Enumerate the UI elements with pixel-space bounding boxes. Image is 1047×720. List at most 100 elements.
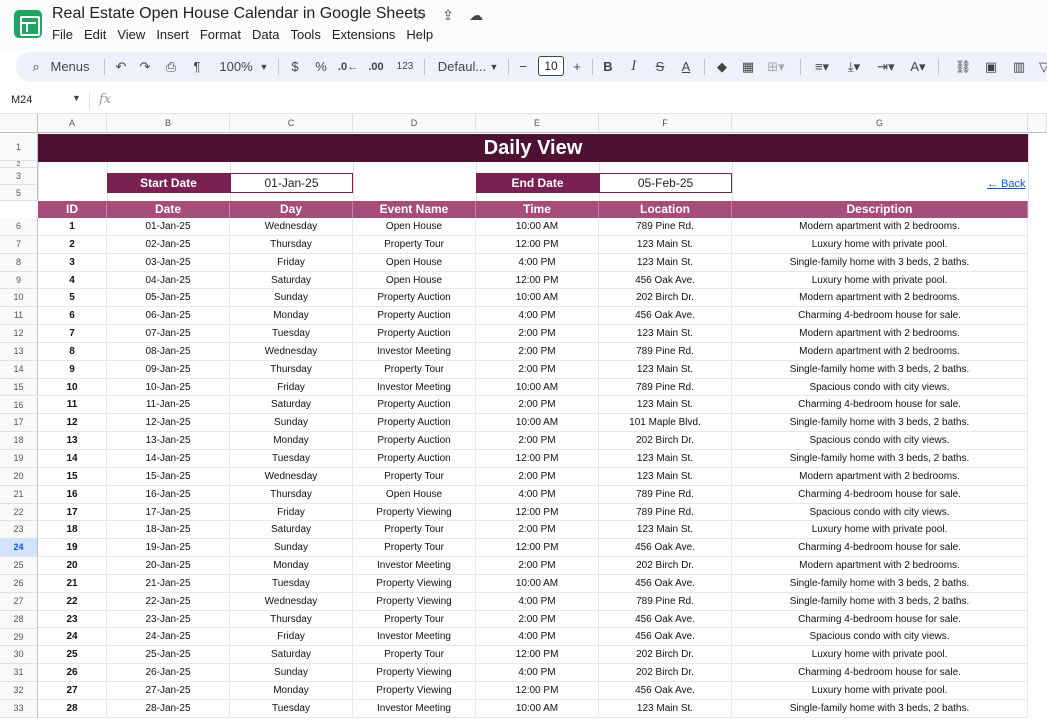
cell-date[interactable]: 28-Jan-25 [107, 699, 230, 717]
cell-event-name[interactable]: Investor Meeting [353, 699, 476, 717]
cell-time[interactable]: 4:00 PM [476, 307, 599, 325]
cell-id[interactable]: 4 [38, 271, 107, 289]
cell-time[interactable]: 12:00 PM [476, 681, 599, 699]
select-all-corner[interactable] [0, 114, 38, 133]
cell-day[interactable]: Sunday [230, 539, 353, 557]
cell-location[interactable]: 123 Main St. [599, 467, 732, 485]
cell-description[interactable]: Luxury home with private pool. [732, 646, 1028, 664]
cell-location[interactable]: 202 Birch Dr. [599, 432, 732, 449]
cell-time[interactable]: 2:00 PM [476, 521, 599, 539]
cell-description[interactable]: Single-family home with 3 beds, 2 baths. [732, 360, 1028, 378]
cell-description[interactable]: Spacious condo with city views. [732, 503, 1028, 521]
row-header-33[interactable]: 33 [0, 699, 38, 718]
cell-date[interactable]: 24-Jan-25 [107, 628, 230, 646]
cell-id[interactable]: 5 [38, 289, 107, 307]
cell-time[interactable]: 2:00 PM [476, 557, 599, 574]
cell-description[interactable]: Luxury home with private pool. [732, 521, 1028, 539]
cell-id[interactable]: 23 [38, 610, 107, 628]
row-header-29[interactable]: 29 [0, 628, 38, 647]
row-header-22[interactable]: 22 [0, 503, 38, 522]
cell-id[interactable]: 21 [38, 574, 107, 592]
cell-id[interactable]: 19 [38, 539, 107, 557]
cell-event-name[interactable]: Property Viewing [353, 681, 476, 699]
back-link[interactable]: ← Back [987, 178, 1026, 190]
cell-day[interactable]: Thursday [230, 485, 353, 503]
cell-location[interactable]: 123 Main St. [599, 325, 732, 342]
cell-location[interactable]: 456 Oak Ave. [599, 271, 732, 289]
cell-date[interactable]: 18-Jan-25 [107, 521, 230, 539]
cell-day[interactable]: Monday [230, 557, 353, 574]
cell-id[interactable]: 24 [38, 628, 107, 646]
cell-description[interactable]: Spacious condo with city views. [732, 628, 1028, 646]
row-header-13[interactable]: 13 [0, 342, 38, 361]
insert-comment-icon[interactable]: ▣ [982, 52, 1000, 82]
cell-event-name[interactable]: Property Auction [353, 289, 476, 307]
cell-time[interactable]: 12:00 PM [476, 503, 599, 521]
cell-description[interactable]: Single-family home with 3 beds, 2 baths. [732, 414, 1028, 432]
fill-color-icon[interactable]: ◆ [714, 52, 730, 82]
cell-date[interactable]: 02-Jan-25 [107, 235, 230, 253]
insert-link-icon[interactable]: ⛓ [954, 52, 972, 82]
cell-id[interactable]: 1 [38, 218, 107, 235]
cell-description[interactable]: Modern apartment with 2 bedrooms. [732, 218, 1028, 235]
cell-time[interactable]: 4:00 PM [476, 628, 599, 646]
chevron-down-icon[interactable]: ▼ [488, 52, 500, 82]
cell-description[interactable]: Modern apartment with 2 bedrooms. [732, 467, 1028, 485]
cell-description[interactable]: Single-family home with 3 beds, 2 baths. [732, 253, 1028, 271]
cell-description[interactable]: Modern apartment with 2 bedrooms. [732, 325, 1028, 342]
cell-event-name[interactable]: Investor Meeting [353, 342, 476, 360]
row-header-6[interactable]: 6 [0, 218, 38, 236]
insert-chart-icon[interactable]: ▥ [1010, 52, 1028, 82]
row-header-19[interactable]: 19 [0, 450, 38, 468]
row-header-7[interactable]: 7 [0, 235, 38, 254]
zoom-select[interactable]: 100% [218, 52, 254, 82]
cell-day[interactable]: Saturday [230, 271, 353, 289]
cell-description[interactable]: Charming 4-bedroom house for sale. [732, 539, 1028, 557]
row-header-14[interactable]: 14 [0, 360, 38, 379]
cell-date[interactable]: 05-Jan-25 [107, 289, 230, 307]
cell-location[interactable]: 789 Pine Rd. [599, 503, 732, 521]
cell-date[interactable]: 23-Jan-25 [107, 610, 230, 628]
cell-description[interactable]: Charming 4-bedroom house for sale. [732, 664, 1028, 681]
cell-time[interactable]: 10:00 AM [476, 289, 599, 307]
font-size-input[interactable]: 10 [538, 56, 564, 76]
cell-time[interactable]: 12:00 PM [476, 539, 599, 557]
cell-description[interactable]: Luxury home with private pool. [732, 681, 1028, 699]
cell-day[interactable]: Tuesday [230, 574, 353, 592]
cell-time[interactable]: 2:00 PM [476, 342, 599, 360]
cell-time[interactable]: 2:00 PM [476, 432, 599, 449]
cell-day[interactable]: Saturday [230, 521, 353, 539]
cell-time[interactable]: 10:00 AM [476, 574, 599, 592]
cell-event-name[interactable]: Property Viewing [353, 592, 476, 610]
cell-location[interactable]: 123 Main St. [599, 699, 732, 717]
cell-time[interactable]: 2:00 PM [476, 610, 599, 628]
cell-date[interactable]: 27-Jan-25 [107, 681, 230, 699]
cell-day[interactable]: Monday [230, 307, 353, 325]
cell-event-name[interactable]: Property Tour [353, 646, 476, 664]
cell-day[interactable]: Sunday [230, 664, 353, 681]
column-header-f[interactable]: F [599, 114, 732, 133]
cell-event-name[interactable]: Open House [353, 485, 476, 503]
column-header-g[interactable]: G [732, 114, 1028, 133]
row-header-28[interactable]: 28 [0, 610, 38, 629]
document-title[interactable]: Real Estate Open House Calendar in Googl… [52, 5, 426, 23]
cell-id[interactable]: 17 [38, 503, 107, 521]
row-header-15[interactable]: 15 [0, 378, 38, 397]
cell-location[interactable]: 456 Oak Ave. [599, 307, 732, 325]
chevron-down-icon[interactable]: ▼ [258, 52, 270, 82]
column-header-d[interactable]: D [353, 114, 476, 133]
cell-time[interactable]: 4:00 PM [476, 664, 599, 681]
cell-id[interactable]: 27 [38, 681, 107, 699]
italic-icon[interactable]: I [626, 52, 642, 82]
cell-id[interactable]: 28 [38, 699, 107, 717]
decrease-decimal-button[interactable]: .0← [338, 52, 358, 82]
cloud-status-icon[interactable]: ☁ [466, 6, 486, 24]
decrease-font-size-icon[interactable]: − [516, 52, 530, 82]
more-formats-button[interactable]: 123 [394, 52, 416, 82]
row-header-12[interactable]: 12 [0, 325, 38, 343]
menu-tools[interactable]: Tools [290, 27, 331, 42]
merge-cells-icon[interactable]: ⊞▾ [764, 52, 788, 82]
cell-day[interactable]: Monday [230, 681, 353, 699]
cell-location[interactable]: 456 Oak Ave. [599, 610, 732, 628]
increase-decimal-button[interactable]: .00 [366, 52, 386, 82]
